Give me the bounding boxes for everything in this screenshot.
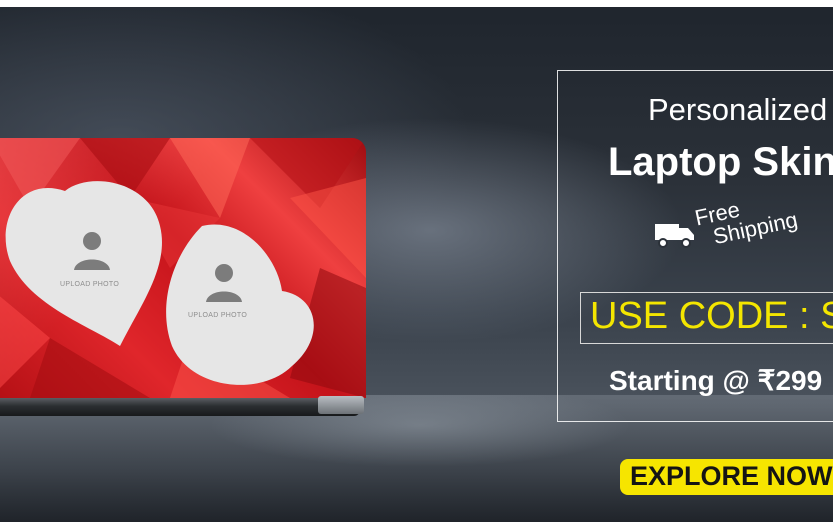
laptop-hinge [318,396,364,414]
title-personalized: Personalized [648,92,828,127]
user-avatar-icon [74,232,110,270]
title-laptop-skin: Laptop Skin [608,140,833,184]
laptop-skin-preview: UPLOAD PHOTO UPLOAD PHOTO [0,138,366,398]
explore-now-label[interactable]: EXPLORE NOW ! [630,461,833,492]
user-avatar-icon [206,264,242,302]
coupon-code-text: USE CODE : SI [590,295,833,337]
laptop-base [0,398,360,416]
starting-price-text: Starting @ ₹299 [609,365,823,396]
right-heart-photo-frame[interactable] [152,216,322,396]
promo-banner[interactable]: UPLOAD PHOTO UPLOAD PHOTO Personalized L… [0,0,833,522]
top-strip [0,0,833,7]
truck-icon [655,224,694,248]
upload-photo-label: UPLOAD PHOTO [188,312,248,319]
upload-photo-label: UPLOAD PHOTO [60,281,120,288]
